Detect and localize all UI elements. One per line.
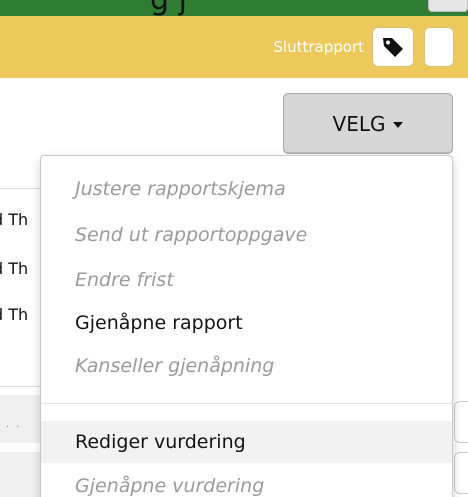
menu-item-label: Gjenåpne rapport: [75, 312, 243, 334]
tag-icon: [383, 38, 403, 57]
menu-item-send-ut-rapportoppgave[interactable]: Send ut rapportoppgave: [41, 214, 452, 256]
status-label: Sluttrapport: [273, 38, 364, 56]
table-row: [0, 452, 42, 497]
menu-divider: [41, 403, 452, 404]
table-divider: [0, 386, 42, 387]
menu-item-label: Kanseller gjenåpning: [75, 355, 275, 377]
row-action-button[interactable]: [454, 452, 468, 494]
menu-item-label: Justere rapportskjema: [75, 178, 286, 200]
menu-item-kanseller-gjenapning[interactable]: Kanseller gjenåpning: [41, 345, 452, 387]
menu-item-justere-rapportskjema[interactable]: Justere rapportskjema: [41, 168, 452, 210]
menu-item-label: Gjenåpne vurdering: [75, 475, 265, 497]
secondary-button[interactable]: [424, 27, 454, 67]
velg-dropdown-button[interactable]: VELG: [283, 93, 453, 154]
status-bar: Sluttrapport: [0, 16, 468, 78]
menu-item-label: Endre frist: [75, 269, 174, 291]
velg-dropdown-menu: Justere rapportskjema Send ut rapportopp…: [40, 155, 453, 497]
banner-button[interactable]: [428, 0, 468, 12]
truncated-text: . .: [6, 418, 22, 430]
table-row: d Th: [0, 210, 29, 229]
menu-item-endre-frist[interactable]: Endre frist: [41, 259, 452, 301]
menu-item-label: Rediger vurdering: [75, 431, 246, 453]
menu-item-gjenapne-rapport[interactable]: Gjenåpne rapport: [41, 302, 452, 344]
menu-item-rediger-vurdering[interactable]: Rediger vurdering: [41, 421, 452, 463]
menu-item-gjenapne-vurdering[interactable]: Gjenåpne vurdering: [41, 465, 452, 497]
banner-title: g j: [150, 0, 187, 16]
top-banner: g j: [0, 0, 468, 16]
table-row: d Th: [0, 305, 29, 324]
caret-down-icon: [393, 121, 404, 128]
velg-button-label: VELG: [332, 111, 386, 136]
tag-button[interactable]: [372, 27, 414, 67]
table-row: d Th: [0, 259, 29, 278]
table-divider: [0, 188, 42, 189]
menu-item-label: Send ut rapportoppgave: [75, 224, 308, 246]
row-action-button[interactable]: [454, 401, 468, 443]
